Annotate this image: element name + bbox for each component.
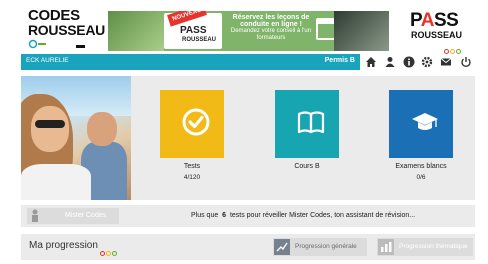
hero-photo — [21, 76, 131, 200]
progression-thematique-label: Progression thématique — [399, 243, 468, 250]
dot-icon — [100, 251, 105, 256]
progression-generale-label: Progression générale — [295, 243, 357, 250]
logo-line-1: CODES — [28, 7, 80, 24]
mister-codes-label: Mister Codes — [65, 212, 107, 219]
bar-chart-icon — [378, 239, 394, 255]
tests-tile[interactable] — [160, 90, 224, 158]
codes-rousseau-logo[interactable]: CODES ROUSSEAU — [28, 7, 105, 49]
book-icon — [297, 111, 325, 134]
user-name[interactable]: ECK AURELIE — [26, 57, 69, 64]
tests-count: 4/120 — [183, 174, 201, 181]
progression-thematique-button[interactable]: Progression thématique — [377, 238, 473, 256]
main-panel: Tests 4/120 Cours B Examens blancs 0/6 — [21, 76, 475, 200]
mister-codes-icon — [32, 209, 38, 222]
progression-bar: Ma progression Progression générale Prog… — [21, 234, 475, 260]
hint-text-before: Plus que — [191, 212, 219, 219]
banner-headline: Réservez les leçons de conduite en ligne… — [232, 14, 310, 28]
pass-rousseau-logo[interactable]: PASS ROUSSEAU — [410, 10, 463, 54]
power-icon[interactable] — [460, 56, 472, 68]
cours-tile[interactable] — [275, 90, 339, 158]
info-icon[interactable] — [403, 56, 415, 68]
graduation-cap-icon — [412, 113, 438, 130]
mister-codes-hint: Plus que 6 tests pour réveiller Mister C… — [191, 212, 415, 219]
pass-logo-ss: SS — [434, 10, 459, 31]
pass-logo-a: A — [420, 10, 435, 31]
banner-rousseau-text: ROUSSEAU — [182, 37, 217, 43]
navbar-teal-strip: ECK AURELIE Permis B — [21, 54, 360, 70]
photo-woman-shirt — [21, 164, 91, 200]
dot-icon — [112, 251, 117, 256]
photo-woman-face — [31, 106, 69, 152]
banner-right-image — [334, 11, 389, 51]
banner-message: Réservez les leçons de conduite en ligne… — [226, 14, 316, 42]
user-icon[interactable] — [384, 56, 396, 68]
ad-banner[interactable]: NOUVEAU PASS ROUSSEAU Réservez les leçon… — [108, 11, 389, 51]
progression-dots — [100, 243, 118, 261]
examens-tile[interactable] — [389, 90, 453, 158]
tests-label[interactable]: Tests — [147, 163, 237, 170]
cours-label[interactable]: Cours B — [262, 163, 352, 170]
header: CODES ROUSSEAU NOUVEAU PASS ROUSSEAU Rés… — [0, 0, 488, 54]
calendar-icon — [316, 18, 336, 40]
checkmark-icon — [182, 108, 210, 136]
banner-left-image — [108, 11, 164, 51]
navbar-icons — [360, 54, 475, 70]
hint-text-after: tests pour réveiller Mister Codes, ton a… — [229, 212, 416, 219]
examens-count: 0/6 — [416, 174, 426, 181]
examens-label[interactable]: Examens blancs — [376, 163, 466, 170]
mail-icon[interactable] — [440, 56, 452, 68]
pass-logo-p: P — [410, 10, 421, 31]
banner-subline: Demandez votre conseil à l'un formateurs — [230, 28, 312, 41]
chart-icon — [274, 239, 290, 255]
home-icon[interactable] — [365, 56, 377, 68]
photo-sunglasses — [35, 120, 65, 128]
progression-generale-button[interactable]: Progression générale — [273, 238, 367, 256]
permis-label[interactable]: Permis B — [325, 57, 355, 64]
mister-codes-bar: Mister Codes Plus que 6 tests pour révei… — [21, 205, 475, 227]
progression-label: Ma progression — [29, 240, 98, 251]
banner-pass-text: PASS — [180, 25, 207, 36]
mister-codes-button[interactable]: Mister Codes — [27, 208, 119, 224]
pass-logo-rousseau: ROUSSEAU — [411, 30, 463, 40]
photo-man — [87, 112, 117, 146]
dot-icon — [106, 251, 111, 256]
top-navbar: ECK AURELIE Permis B — [21, 54, 475, 70]
hint-count: 6 — [222, 212, 227, 219]
logo-decoration-icon — [28, 39, 85, 49]
logo-line-2: ROUSSEAU — [28, 22, 105, 38]
gear-icon[interactable] — [421, 56, 433, 68]
pass-logo-word: PASS — [410, 10, 459, 32]
